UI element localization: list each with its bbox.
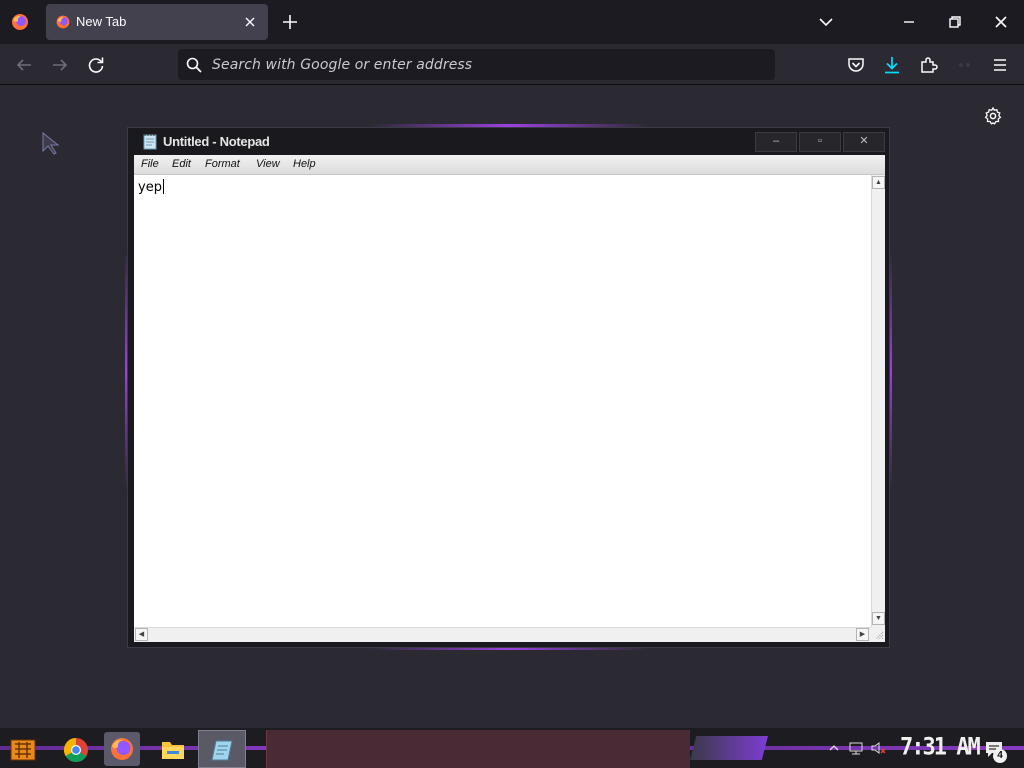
firefox-icon[interactable] [104,732,140,766]
menu-file[interactable]: File [141,158,159,170]
notification-count-badge: 4 [993,749,1007,763]
notepad-icon [142,133,158,150]
downloads-icon[interactable] [880,53,904,77]
scroll-down-arrow-icon[interactable]: ▼ [872,612,885,625]
menu-format[interactable]: Format [205,158,240,170]
firefox-icon [55,14,71,30]
taskbar-clock[interactable]: 7:31 AM [900,734,981,762]
notepad-window: Untitled - Notepad – ▫ ✕ File Edit Forma… [127,127,890,648]
address-bar[interactable]: Search with Google or enter address [178,49,775,80]
notepad-text-content: yep [138,180,162,195]
mouse-cursor-icon [42,131,60,161]
text-caret [162,179,164,194]
resize-grip-icon[interactable] [871,627,885,642]
notepad-text-area[interactable]: yep [134,175,871,627]
navigation-toolbar: Search with Google or enter address [0,44,1024,85]
notepad-title: Untitled - Notepad [163,134,270,149]
notepad-icon [209,736,237,768]
list-all-tabs-chevron-icon[interactable] [816,12,836,32]
file-explorer-icon[interactable] [155,732,191,766]
search-icon [186,57,202,78]
close-tab-icon[interactable] [240,12,260,32]
notepad-close-button[interactable]: ✕ [843,132,885,152]
tab-strip: New Tab [0,0,1024,44]
show-hidden-icons-chevron-icon[interactable] [826,740,842,756]
chrome-icon[interactable] [58,732,94,766]
reload-icon[interactable] [84,53,108,77]
browser-minimize-button[interactable] [886,0,932,44]
new-tab-plus-icon[interactable] [280,12,300,32]
scroll-right-arrow-icon[interactable]: ▶ [856,628,869,641]
notepad-minimize-button[interactable]: – [755,132,797,152]
taskbar-window-area [266,730,690,768]
scroll-left-arrow-icon[interactable]: ◀ [135,628,148,641]
network-icon[interactable] [848,740,864,756]
back-arrow-icon[interactable] [12,53,36,77]
browser-close-button[interactable] [978,0,1024,44]
taskbar-decoration [690,736,768,760]
account-icon[interactable] [953,53,977,77]
forward-arrow-icon[interactable] [48,53,72,77]
menu-edit[interactable]: Edit [172,158,191,170]
browser-restore-button[interactable] [932,0,978,44]
start-icon[interactable] [8,734,38,764]
menu-view[interactable]: View [256,158,280,170]
hamburger-menu-icon[interactable] [988,53,1012,77]
notepad-menu-bar: File Edit Format View Help [134,155,885,175]
menu-help[interactable]: Help [293,158,316,170]
horizontal-scrollbar[interactable]: ◀ ▶ [134,627,871,642]
notepad-maximize-button[interactable]: ▫ [799,132,841,152]
tab-title: New Tab [76,14,127,29]
taskbar: 7:31 AM 4 [0,728,1024,768]
new-tab-settings-gear-icon[interactable] [983,106,1003,126]
vertical-scrollbar[interactable]: ▲ ▼ [871,175,885,627]
address-bar-placeholder: Search with Google or enter address [212,57,473,73]
tab-new-tab[interactable]: New Tab [46,4,268,40]
firefox-view-icon[interactable] [10,12,30,32]
notepad-taskbar-button[interactable] [198,730,246,768]
scroll-up-arrow-icon[interactable]: ▲ [872,176,885,189]
volume-muted-icon[interactable] [870,740,886,756]
pocket-icon[interactable] [844,53,868,77]
extensions-puzzle-icon[interactable] [917,53,941,77]
